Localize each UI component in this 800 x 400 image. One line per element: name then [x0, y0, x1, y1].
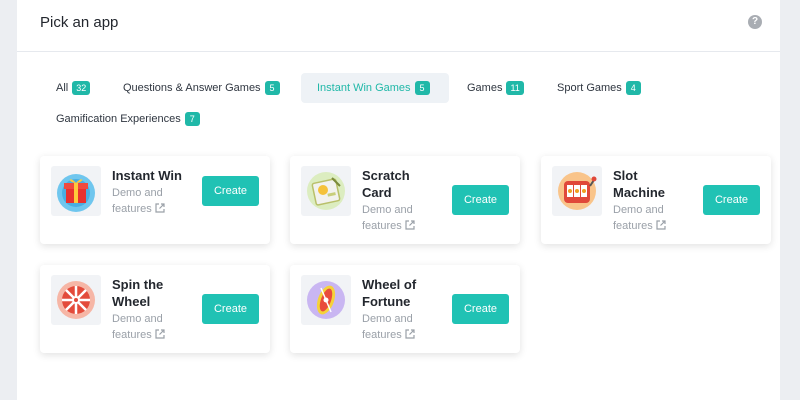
tab-count-badge: 7 — [184, 112, 200, 126]
app-card-instant-win: Instant Win Demo and features Create — [40, 156, 270, 244]
tab-count-badge: 5 — [414, 81, 430, 95]
tab-games[interactable]: Games 11 — [459, 73, 532, 103]
create-button[interactable]: Create — [452, 294, 509, 324]
app-card-spin-the-wheel: Spin the Wheel Demo and features Create — [40, 265, 270, 353]
app-name: Wheel of Fortune — [362, 277, 417, 309]
wheel-of-fortune-icon — [301, 275, 351, 325]
create-button[interactable]: Create — [452, 185, 509, 215]
create-button[interactable]: Create — [202, 294, 259, 324]
external-link-icon — [155, 203, 165, 213]
question-circle-icon[interactable]: ? — [748, 15, 762, 29]
demo-link[interactable]: Demo and features — [112, 311, 178, 343]
panel-header: Pick an app ? — [17, 0, 780, 52]
app-name: Instant Win — [112, 168, 182, 183]
demo-link[interactable]: Demo and features — [112, 185, 178, 217]
app-name: Scratch Card — [362, 168, 410, 200]
tab-label: Questions & Answer Games — [123, 82, 261, 94]
app-card-scratch-card: Scratch Card Demo and features Create — [290, 156, 520, 244]
app-name: Spin the Wheel — [112, 277, 164, 309]
demo-link[interactable]: Demo and features — [362, 202, 428, 234]
app-card-slot-machine: Slot Machine Demo and features Create — [541, 156, 771, 244]
external-link-icon — [405, 220, 415, 230]
gift-box-icon — [51, 166, 101, 216]
tab-count-badge: 11 — [506, 81, 524, 95]
app-card-wheel-of-fortune: Wheel of Fortune Demo and features Creat… — [290, 265, 520, 353]
slot-machine-icon — [552, 166, 602, 216]
tab-count-badge: 5 — [264, 81, 280, 95]
tab-label: Sport Games — [557, 82, 622, 94]
tab-all[interactable]: All 32 — [48, 73, 98, 103]
create-button[interactable]: Create — [202, 176, 259, 206]
spin-wheel-icon — [51, 275, 101, 325]
tab-sport-games[interactable]: Sport Games 4 — [549, 73, 649, 103]
app-picker-panel: Pick an app ? All 32 Questions & Answer … — [17, 0, 780, 400]
scratch-card-icon — [301, 166, 351, 216]
external-link-icon — [656, 220, 666, 230]
demo-link[interactable]: Demo and features — [613, 202, 679, 234]
tab-label: Games — [467, 82, 503, 94]
create-button[interactable]: Create — [703, 185, 760, 215]
app-name: Slot Machine — [613, 168, 666, 200]
tab-questions-answer-games[interactable]: Questions & Answer Games 5 — [115, 73, 288, 103]
tab-label: Instant Win Games — [317, 82, 411, 94]
external-link-icon — [405, 329, 415, 339]
page-title: Pick an app — [40, 14, 119, 31]
tab-count-badge: 32 — [72, 81, 91, 95]
demo-link[interactable]: Demo and features — [362, 311, 428, 343]
tab-gamification-experiences[interactable]: Gamification Experiences 7 — [48, 104, 208, 134]
tab-label: Gamification Experiences — [56, 113, 181, 125]
tab-label: All — [56, 82, 69, 94]
external-link-icon — [155, 329, 165, 339]
tab-instant-win-games[interactable]: Instant Win Games 5 — [301, 73, 449, 103]
tab-count-badge: 4 — [625, 81, 641, 95]
